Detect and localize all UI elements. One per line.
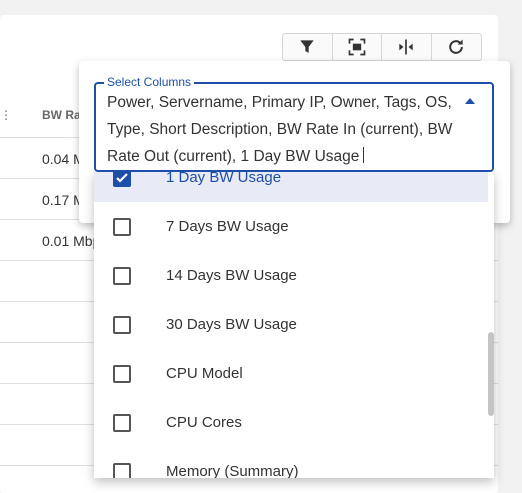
dropdown-scrollbar[interactable] (488, 332, 494, 416)
columns-dropdown-list[interactable]: 1 Day BW Usage 7 Days BW Usage 14 Days B… (94, 172, 494, 478)
list-item[interactable]: CPU Cores (94, 398, 488, 447)
checkbox[interactable] (113, 217, 131, 236)
fit-screen-button[interactable] (333, 34, 382, 60)
column-menu-icon[interactable]: ⋮ (0, 108, 12, 122)
list-item-label: CPU Model (166, 365, 243, 382)
column-resize-button[interactable] (382, 34, 432, 60)
select-columns-value: Power, Servername, Primary IP, Owner, Ta… (107, 94, 453, 165)
column-resize-icon (399, 39, 413, 55)
caret-up-icon[interactable] (464, 97, 476, 105)
select-columns-label: Select Columns (104, 75, 195, 89)
list-item[interactable]: Memory (Summary) (94, 447, 488, 478)
filter-button[interactable] (283, 34, 333, 60)
list-item-label: Memory (Summary) (166, 463, 299, 478)
refresh-button[interactable] (432, 34, 482, 60)
checkbox[interactable] (113, 462, 131, 478)
list-item[interactable]: 7 Days BW Usage (94, 202, 488, 251)
check-icon (116, 172, 128, 183)
checkbox[interactable] (113, 315, 131, 334)
filter-icon (300, 40, 314, 53)
table-toolbar (282, 33, 482, 61)
checkbox[interactable] (113, 364, 131, 383)
list-item-label: 30 Days BW Usage (166, 316, 297, 333)
select-columns-input[interactable]: Power, Servername, Primary IP, Owner, Ta… (107, 89, 457, 170)
fit-screen-icon (348, 38, 366, 56)
list-item[interactable]: 30 Days BW Usage (94, 300, 488, 349)
list-item[interactable]: 14 Days BW Usage (94, 251, 488, 300)
list-item-label: 1 Day BW Usage (166, 172, 282, 186)
checkbox[interactable] (113, 266, 131, 285)
checkbox-checked[interactable] (113, 172, 131, 187)
refresh-icon (449, 39, 464, 54)
list-item-label: CPU Cores (166, 414, 242, 431)
list-item-label: 7 Days BW Usage (166, 218, 289, 235)
checkbox[interactable] (113, 413, 131, 432)
select-columns-field[interactable]: Select Columns Power, Servername, Primar… (94, 75, 494, 172)
list-item-label: 14 Days BW Usage (166, 267, 297, 284)
text-caret (363, 147, 365, 163)
list-item[interactable]: CPU Model (94, 349, 488, 398)
list-item[interactable]: 1 Day BW Usage (94, 172, 488, 202)
